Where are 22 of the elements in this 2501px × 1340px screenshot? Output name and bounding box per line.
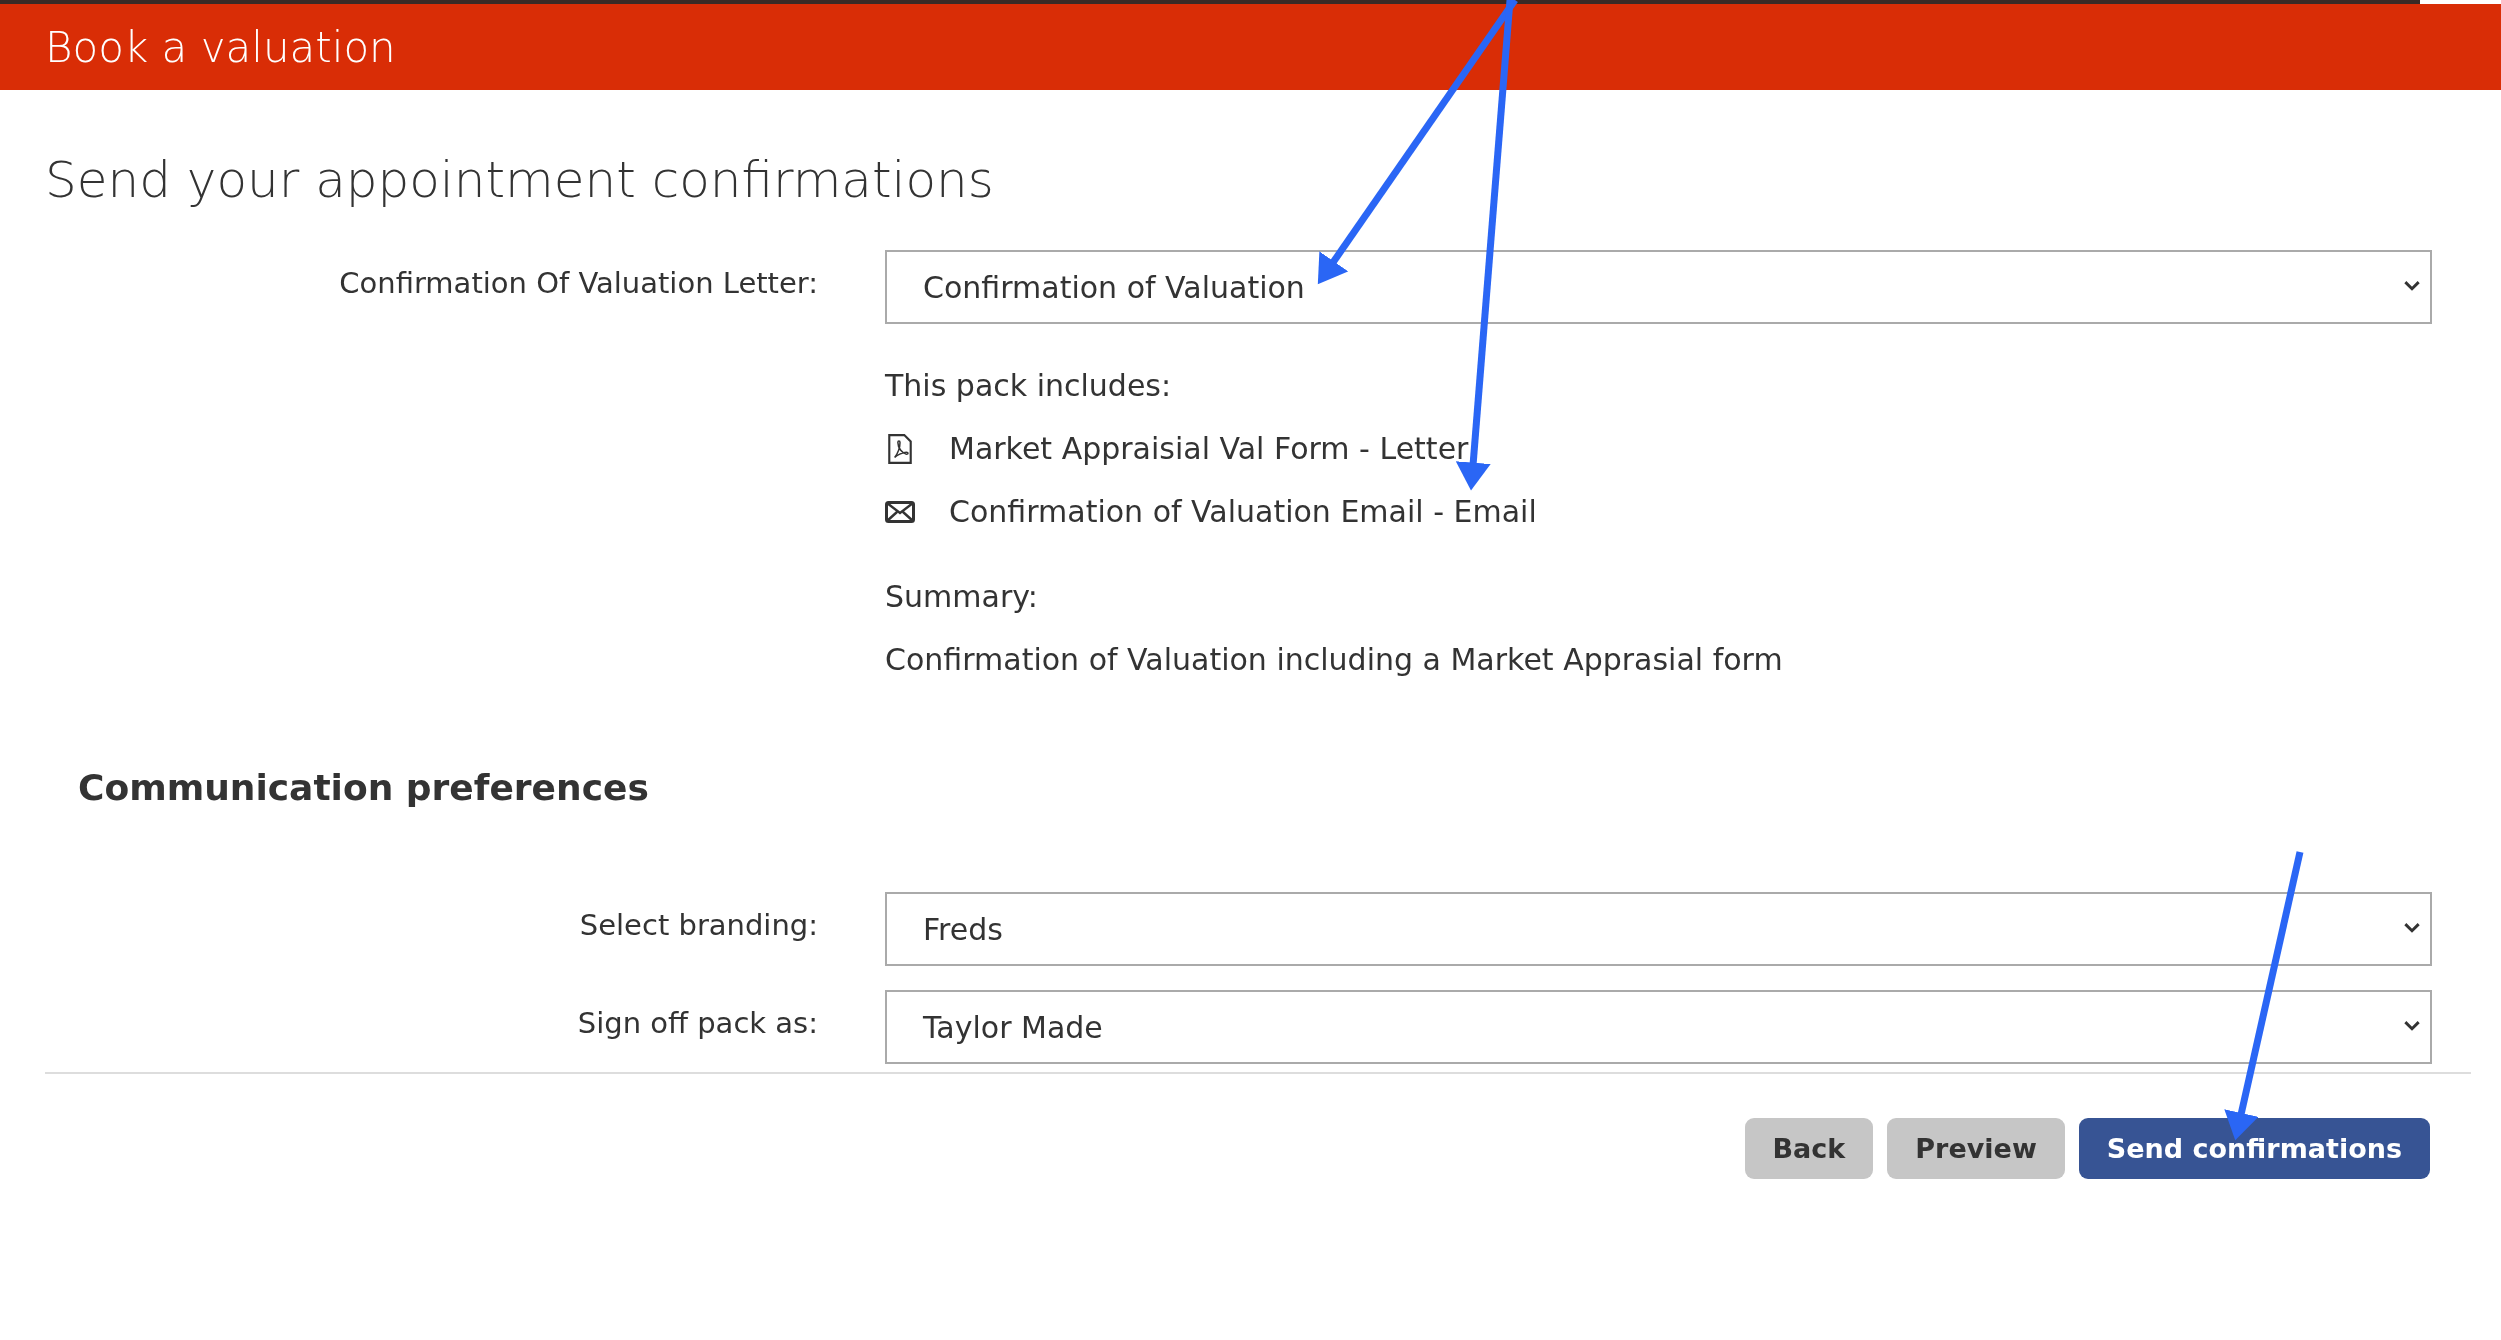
summary-text: Confirmation of Valuation including a Market Apprasial form <box>885 642 1784 677</box>
section-title: Communication preferences <box>78 767 650 808</box>
envelope-icon <box>885 500 915 523</box>
pack-item: Confirmation of Valuation Email - Email <box>949 494 1537 529</box>
button[interactable]: Preview <box>1887 1118 2065 1179</box>
chevron-icon <box>2404 281 2420 291</box>
pack-intro: This pack includes: <box>885 368 1173 403</box>
chevron-icon <box>2404 1021 2420 1031</box>
field-label: Sign off pack as: <box>577 1006 818 1040</box>
section-heading: Send your appointment confirmations <box>45 150 995 210</box>
field-label: Confirmation Of Valuation Letter: <box>339 266 818 300</box>
submit-button[interactable]: Send confirmations <box>2078 1118 2430 1179</box>
page-title: Book a valuation <box>45 22 396 72</box>
dropdown[interactable]: Freds <box>885 892 2432 966</box>
field-label: Select branding: <box>579 908 818 942</box>
chevron-icon <box>2404 923 2420 933</box>
pdf-file-icon <box>885 433 915 464</box>
dropdown[interactable]: Taylor Made <box>885 990 2432 1064</box>
summary-label: Summary: <box>885 579 1039 614</box>
pack-item: Market Appraisial Val Form - Letter <box>949 431 1469 466</box>
button[interactable]: Back <box>1744 1118 1874 1179</box>
letter-dropdown[interactable]: Confirmation of Valuation <box>885 250 2432 324</box>
